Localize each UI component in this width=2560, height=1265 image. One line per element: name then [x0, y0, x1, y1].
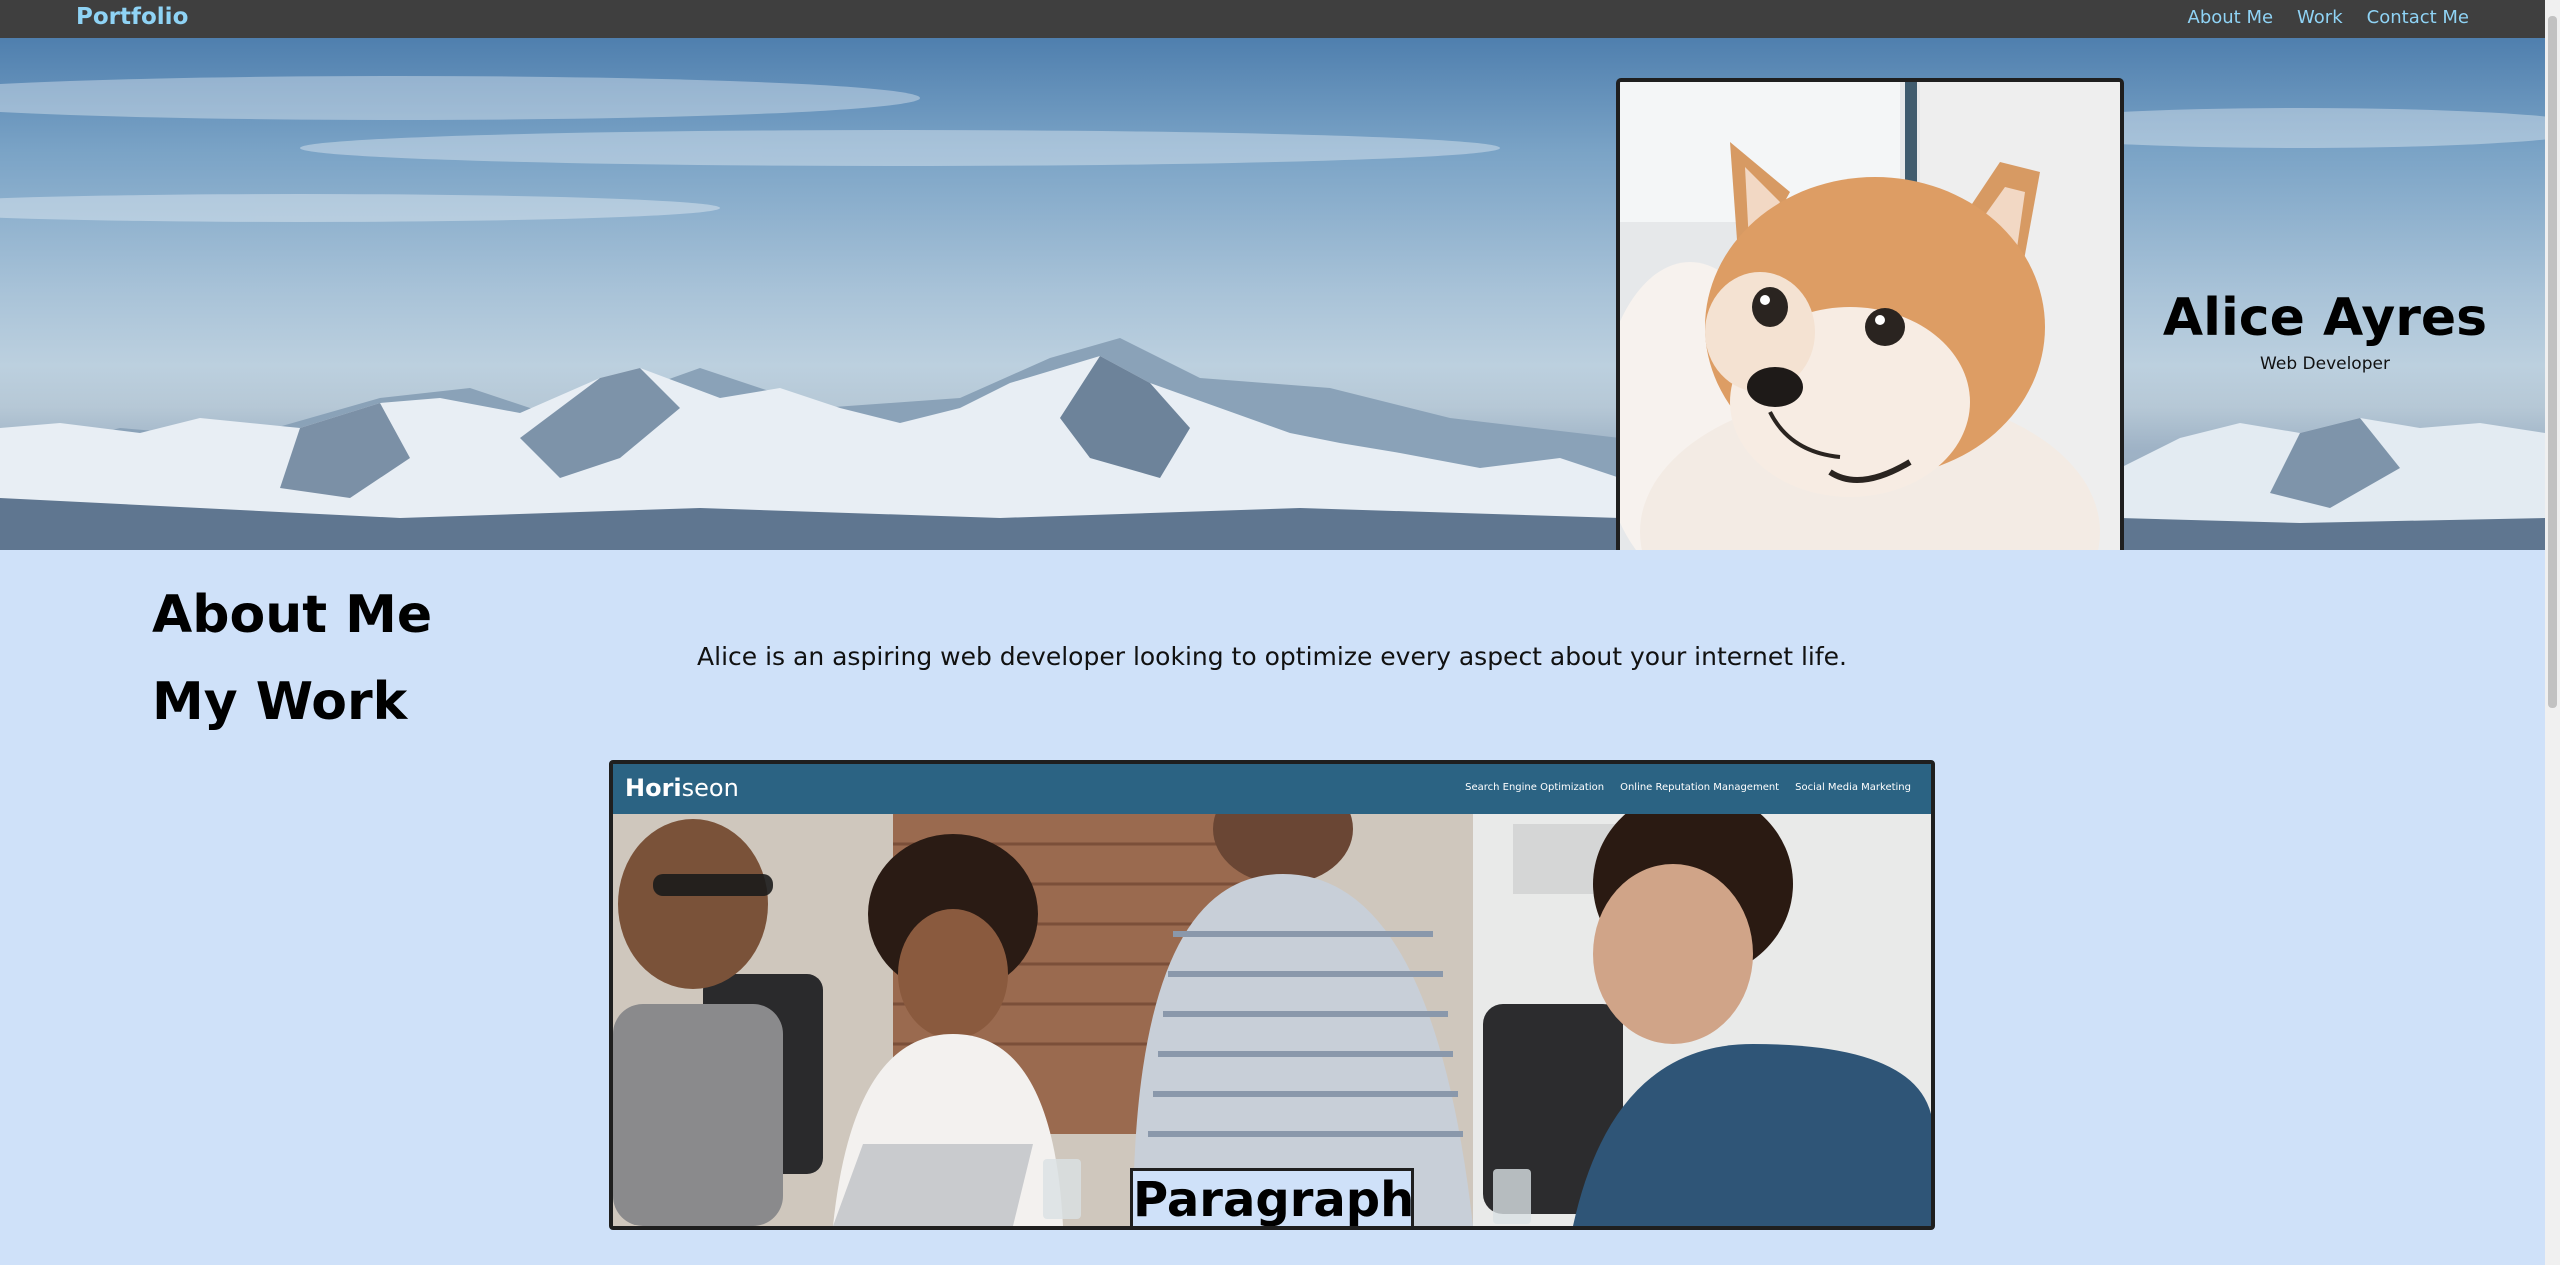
hero-banner: Alice Ayres Web Developer [0, 38, 2545, 550]
profile-photo [1616, 78, 2124, 550]
project-logo: Horiseon [625, 774, 739, 802]
project-caption: Paragraph [1130, 1168, 1414, 1226]
project-screenshot-image [613, 814, 1931, 1226]
nav-links: About Me Work Contact Me [2188, 7, 2470, 28]
brand-link[interactable]: Portfolio [76, 4, 188, 30]
nav-link-contact-me[interactable]: Contact Me [2367, 7, 2469, 28]
project-nav-item: Search Engine Optimization [1465, 782, 1605, 793]
top-nav: Portfolio About Me Work Contact Me [0, 0, 2545, 38]
project-card[interactable]: Horiseon Search Engine Optimization Onli… [609, 760, 1935, 1230]
about-me-heading: About Me [152, 585, 433, 645]
scrollbar-thumb[interactable] [2548, 16, 2557, 708]
about-me-text: Alice is an aspiring web developer looki… [697, 642, 1847, 671]
project-logo-bold: Hori [625, 774, 682, 802]
hero-identity: Alice Ayres Web Developer [2150, 288, 2500, 374]
project-logo-rest: seon [681, 774, 739, 802]
hero-role: Web Developer [2260, 354, 2390, 374]
nav-link-about-me[interactable]: About Me [2188, 7, 2274, 28]
my-work-heading: My Work [152, 672, 408, 732]
hero-name: Alice Ayres [2162, 288, 2488, 348]
project-header-bar: Horiseon Search Engine Optimization Onli… [613, 764, 1931, 814]
page-scrollbar[interactable] [2545, 0, 2560, 1265]
project-nav-item: Social Media Marketing [1795, 782, 1911, 793]
project-nav-item: Online Reputation Management [1620, 782, 1780, 793]
nav-link-work[interactable]: Work [2297, 7, 2343, 28]
project-nav: Search Engine Optimization Online Reputa… [1465, 782, 1911, 793]
